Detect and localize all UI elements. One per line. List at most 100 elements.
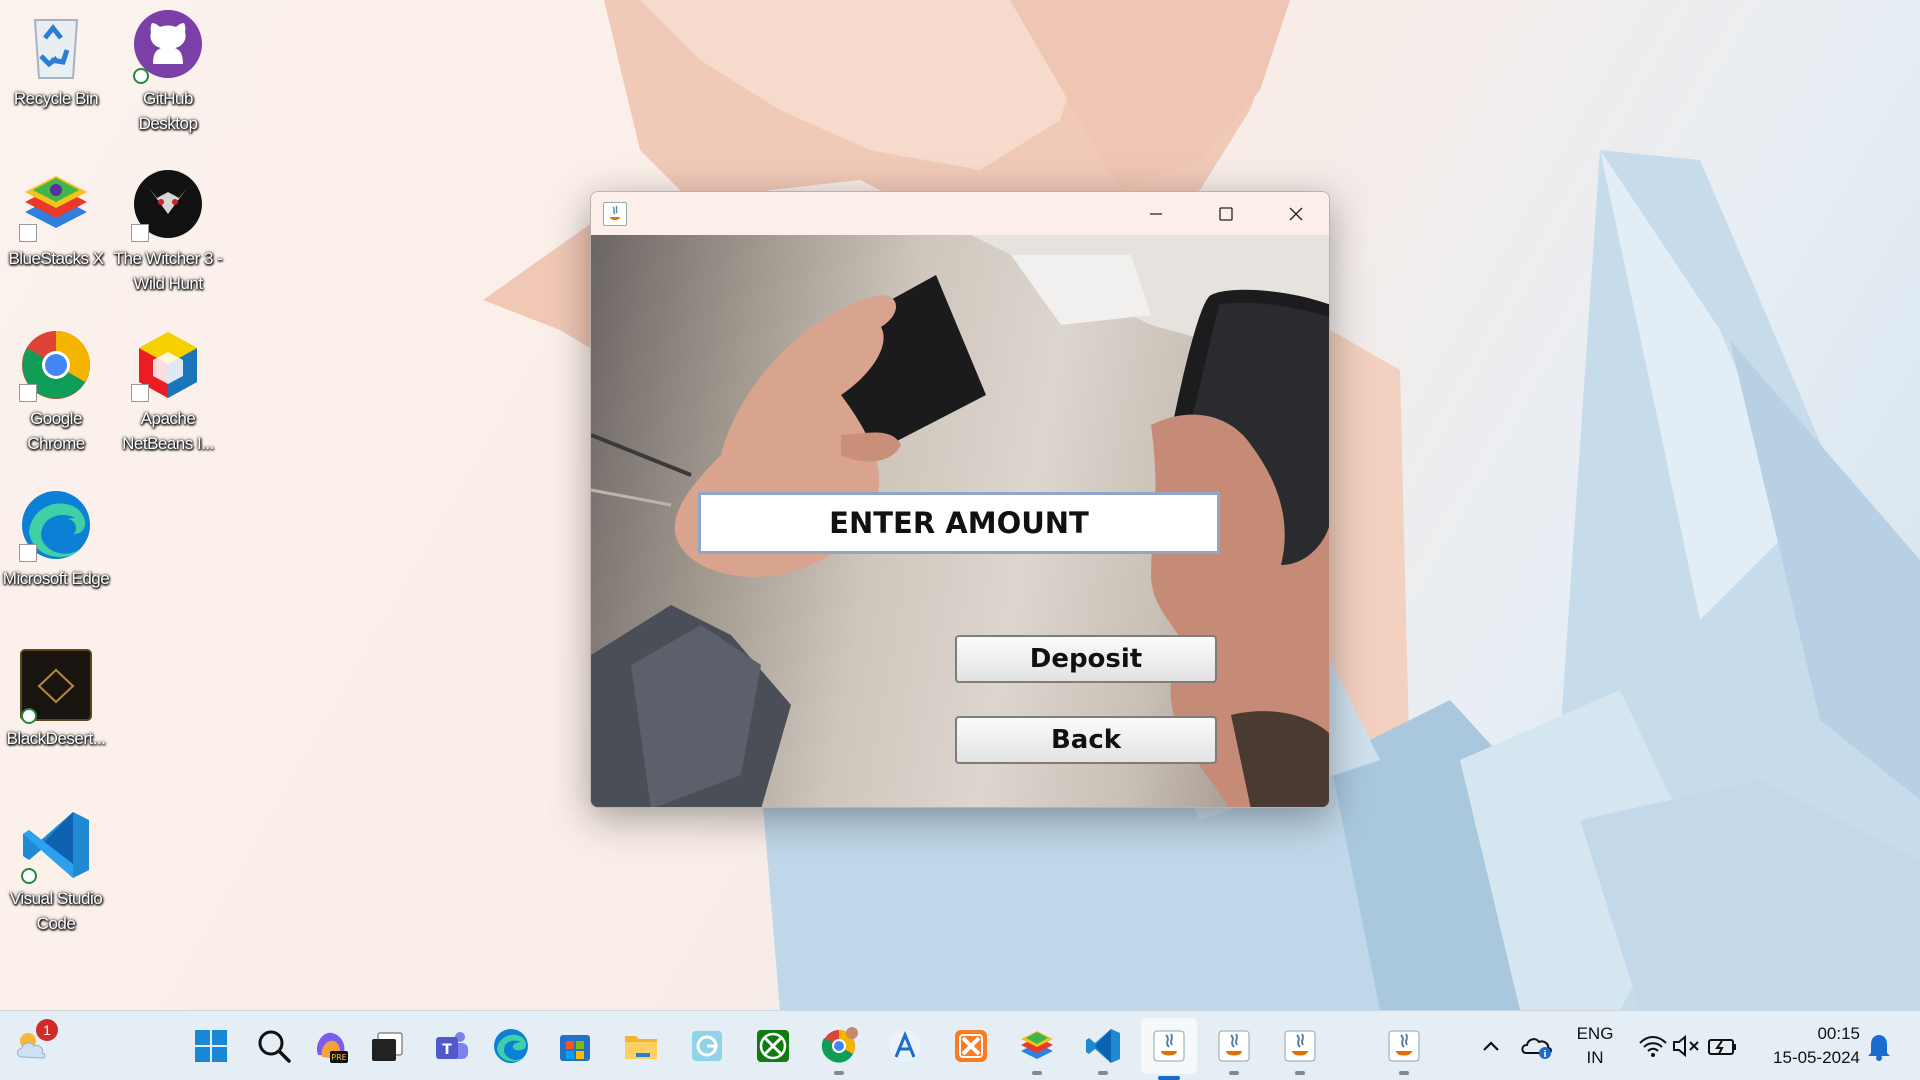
java-app-button-2[interactable]: [1211, 1023, 1257, 1075]
bluestacks-icon: [19, 168, 93, 242]
desktop-icon-apache-netbeans[interactable]: Apache NetBeans I...: [112, 328, 224, 456]
bell-icon: [1868, 1035, 1890, 1061]
desktop-icon-label: BlackDesert...: [6, 729, 106, 748]
bluestacks-taskbar-button[interactable]: [1014, 1023, 1060, 1075]
synced-check-icon: [21, 868, 37, 884]
svg-text:PRE: PRE: [331, 1053, 346, 1062]
task-view-icon: [372, 1032, 403, 1061]
region-code: IN: [1586, 1048, 1604, 1067]
onedrive-button[interactable]: i: [1514, 1023, 1560, 1069]
desktop-icon-label: Recycle Bin: [13, 89, 99, 108]
recycle-bin-icon: [19, 8, 93, 82]
edge-taskbar-button[interactable]: [488, 1023, 534, 1069]
minimize-button[interactable]: [1121, 192, 1191, 235]
java-icon: [1388, 1030, 1420, 1062]
xbox-icon: [757, 1030, 789, 1062]
desktop-icon-microsoft-edge[interactable]: Microsoft Edge: [0, 488, 112, 591]
file-explorer-button[interactable]: [618, 1023, 664, 1069]
amount-placeholder: ENTER AMOUNT: [829, 506, 1089, 540]
back-button-label: Back: [1050, 725, 1122, 755]
desktop-icon-google-chrome[interactable]: Google Chrome: [0, 328, 112, 456]
shortcut-arrow-icon: [19, 384, 37, 402]
store-button[interactable]: [552, 1023, 598, 1069]
netbeans-icon: [131, 328, 205, 402]
teams-icon: T: [436, 1032, 468, 1059]
amount-input[interactable]: ENTER AMOUNT: [698, 492, 1220, 554]
copilot-icon: PRE: [316, 1032, 348, 1063]
shortcut-arrow-icon: [19, 544, 37, 562]
xampp-button[interactable]: [948, 1023, 994, 1069]
weather-badge: 1: [36, 1019, 58, 1041]
chrome-icon: [821, 1027, 858, 1063]
desktop-icon-bluestacks[interactable]: BlueStacks X: [0, 168, 112, 271]
java-app-button-3[interactable]: [1277, 1023, 1323, 1075]
show-hidden-icons-button[interactable]: [1468, 1023, 1514, 1069]
github-desktop-icon: [131, 8, 205, 84]
active-indicator: [1158, 1076, 1180, 1080]
desktop-icon-label: The Witcher 3 - Wild Hunt: [113, 249, 223, 293]
running-indicator: [1229, 1071, 1239, 1075]
vscode-icon: [19, 808, 93, 884]
java-app-button-4[interactable]: [1381, 1023, 1427, 1075]
deposit-window[interactable]: ENTER AMOUNT Deposit Back: [590, 191, 1330, 808]
task-view-button[interactable]: [364, 1023, 410, 1069]
translator-button[interactable]: [882, 1023, 928, 1069]
edge-icon: [494, 1029, 528, 1063]
desktop-icon-label: BlueStacks X: [8, 249, 104, 268]
maximize-button[interactable]: [1191, 192, 1261, 235]
clock-date: 15-05-2024: [1773, 1048, 1860, 1067]
windows-logo-icon: [195, 1030, 227, 1062]
deposit-button[interactable]: Deposit: [955, 635, 1217, 683]
clock[interactable]: 00:15 15-05-2024: [1756, 1022, 1860, 1070]
desktop-icon-github-desktop[interactable]: GitHub Desktop: [112, 8, 224, 136]
battery-charging-icon: [1708, 1039, 1736, 1055]
desktop-icon-label: Microsoft Edge: [2, 569, 110, 588]
vscode-icon: [1086, 1029, 1120, 1063]
synced-check-icon: [133, 68, 149, 84]
desktop-icon-label: Apache NetBeans I...: [122, 409, 214, 453]
java-icon: [1218, 1030, 1250, 1062]
clock-time: 00:15: [1817, 1024, 1860, 1043]
search-icon: [258, 1030, 291, 1063]
battery-button[interactable]: [1700, 1023, 1746, 1069]
desktop-icon-label: Google Chrome: [27, 409, 85, 453]
bluestacks-icon: [1021, 1031, 1053, 1059]
language-indicator[interactable]: ENG IN: [1568, 1022, 1622, 1070]
chrome-taskbar-button[interactable]: [816, 1023, 862, 1075]
desktop-icon-black-desert[interactable]: BlackDesert...: [0, 648, 112, 751]
window-titlebar[interactable]: [591, 192, 1329, 235]
copilot-button[interactable]: PRE: [308, 1023, 354, 1069]
xbox-button[interactable]: [750, 1023, 796, 1069]
desktop-icon-label: Visual Studio Code: [9, 889, 103, 933]
running-indicator: [1295, 1071, 1305, 1075]
java-app-icon: [603, 202, 627, 226]
close-icon: [1289, 207, 1303, 220]
close-button[interactable]: [1261, 192, 1329, 235]
taskbar: 1 PRE T i ENG IN 00:15 15-05-2024: [0, 1010, 1920, 1080]
desktop-icon-witcher-3[interactable]: The Witcher 3 - Wild Hunt: [112, 168, 224, 296]
store-icon: [560, 1035, 590, 1061]
start-button[interactable]: [188, 1023, 234, 1069]
teams-button[interactable]: T: [428, 1023, 474, 1069]
folder-icon: [625, 1036, 657, 1059]
back-button[interactable]: Back: [955, 716, 1217, 764]
witcher-3-icon: [131, 168, 205, 242]
weather-widget[interactable]: 1: [10, 1019, 58, 1069]
chevron-up-icon: [1483, 1041, 1499, 1051]
vscode-taskbar-button[interactable]: [1080, 1023, 1126, 1075]
java-icon: [1153, 1030, 1185, 1062]
chrome-icon: [19, 328, 93, 402]
running-indicator: [1399, 1071, 1409, 1075]
shortcut-arrow-icon: [19, 224, 37, 242]
running-indicator: [834, 1071, 844, 1075]
outlook-icon: [692, 1031, 722, 1061]
outlook-button[interactable]: [684, 1023, 730, 1069]
synced-check-icon: [21, 708, 37, 724]
desktop-icon-recycle-bin[interactable]: Recycle Bin: [0, 8, 112, 111]
java-app-button-1[interactable]: [1141, 1018, 1197, 1080]
onedrive-icon: i: [1521, 1038, 1552, 1060]
desktop-icon-visual-studio-code[interactable]: Visual Studio Code: [0, 808, 112, 936]
notifications-button[interactable]: [1856, 1023, 1902, 1069]
running-indicator: [1032, 1071, 1042, 1075]
search-button[interactable]: [251, 1023, 297, 1069]
